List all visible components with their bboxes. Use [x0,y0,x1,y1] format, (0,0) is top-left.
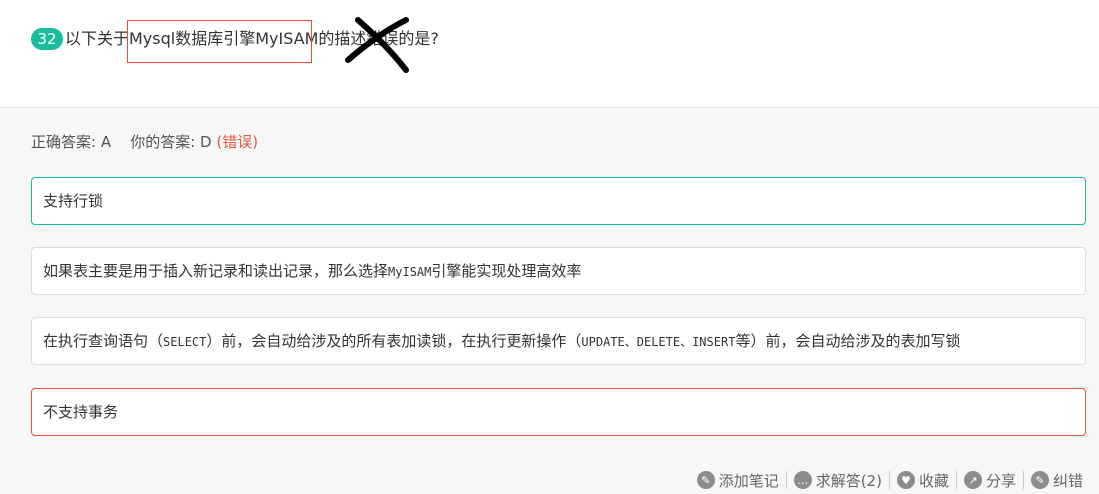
share-button[interactable]: ↗ 分享 [960,470,1020,491]
note-icon: ✎ [696,471,715,489]
edit-icon: ✎ [1030,471,1049,489]
report-error-label: 纠错 [1052,471,1083,490]
ask-answer-button[interactable]: … 求解答(2) [790,470,886,491]
option-text: 引擎能实现处理高效率 [431,262,582,280]
correct-answer-value: A [100,133,112,151]
option-text: 支持行锁 [43,192,104,210]
option-code: SELECT [163,335,207,349]
option-text: 不支持事务 [43,403,119,421]
add-note-button[interactable]: ✎ 添加笔记 [693,470,783,491]
question-header: 32 以下关于Mysql数据库引擎MyISAM的描述错误的是? [0,0,1099,108]
chat-icon: … [793,471,812,489]
share-icon: ↗ [963,471,982,489]
divider [955,471,957,489]
share-label: 分享 [985,471,1016,490]
option-b[interactable]: 如果表主要是用于插入新记录和读出记录，那么选择MyISAM引擎能实现处理高效率 [31,247,1086,295]
option-text: 等）前，会自动给涉及的表加写锁 [735,332,961,350]
option-c[interactable]: 在执行查询语句（SELECT）前，会自动给涉及的所有表加读锁，在执行更新操作（U… [31,317,1086,365]
correct-answer-label: 正确答案: [31,133,97,151]
option-code: MyISAM [388,265,432,279]
action-bar: ✎ 添加笔记 … 求解答(2) ♥ 收藏 ↗ 分享 ✎ 纠错 [693,468,1087,492]
your-answer-label: 你的答案: [130,133,196,151]
report-error-button[interactable]: ✎ 纠错 [1027,470,1087,491]
divider [785,471,787,489]
ask-answer-label: 求解答(2) [815,471,882,490]
heart-icon: ♥ [896,471,915,489]
option-text: 在执行查询语句（ [43,332,164,350]
answer-status: (错误) [216,133,259,151]
question-number-badge: 32 [31,28,63,50]
option-text: ）前，会自动给涉及的所有表加读锁，在执行更新操作（ [206,332,582,350]
answer-summary: 正确答案: A 你的答案: D (错误) [31,131,258,153]
favorite-label: 收藏 [918,471,949,490]
option-code: UPDATE、DELETE、INSERT [581,335,736,349]
option-d[interactable]: 不支持事务 [31,388,1086,436]
add-note-label: 添加笔记 [718,471,779,490]
divider [888,471,890,489]
cross-annotation-icon [345,17,409,73]
highlight-annotation-box [127,20,312,63]
your-answer-value: D [200,133,212,151]
divider [1022,471,1024,489]
option-text: 如果表主要是用于插入新记录和读出记录，那么选择 [43,262,389,280]
favorite-button[interactable]: ♥ 收藏 [893,470,953,491]
option-a[interactable]: 支持行锁 [31,177,1086,225]
